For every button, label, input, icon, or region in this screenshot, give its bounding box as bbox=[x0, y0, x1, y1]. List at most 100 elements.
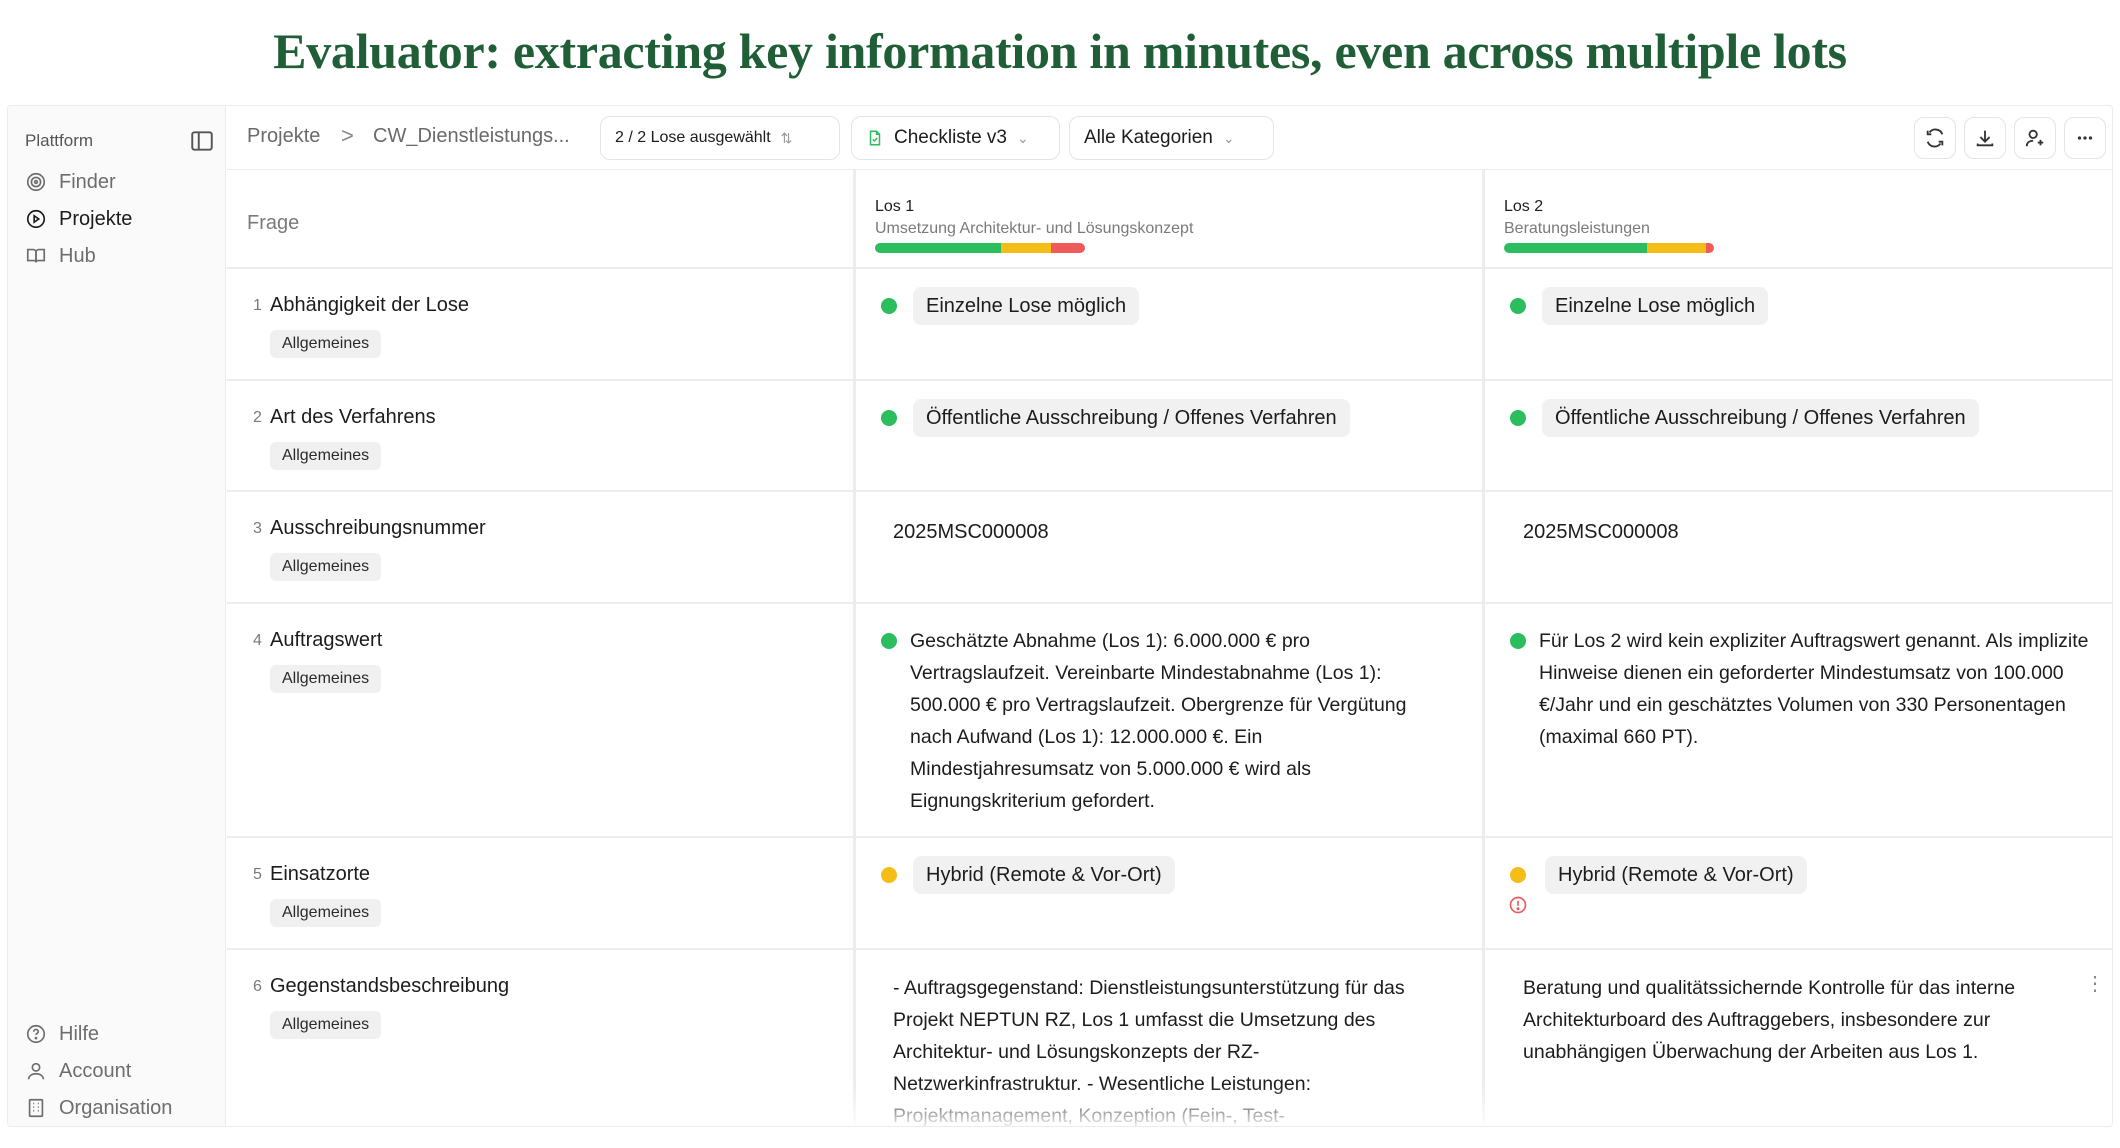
question-text: Ausschreibungsnummer bbox=[270, 517, 486, 539]
sidebar-item-label: Hub bbox=[59, 244, 96, 267]
checklist-dropdown[interactable]: Checkliste v3 ⌄ bbox=[851, 116, 1060, 160]
question-number: 1 bbox=[253, 297, 262, 314]
sidebar-item-organisation[interactable]: Organisation bbox=[25, 1090, 215, 1126]
sidebar-item-account[interactable]: Account bbox=[25, 1053, 215, 1089]
answer-text[interactable]: Beratung und qualitätssichernde Kontroll… bbox=[1523, 972, 2083, 1068]
category-tag: Allgemeines bbox=[270, 899, 382, 927]
table-row[interactable]: 2 Art des Verfahrens Allgemeines Öffentl… bbox=[227, 381, 2112, 492]
sidebar-item-hilfe[interactable]: Hilfe bbox=[25, 1016, 215, 1052]
answer-chip[interactable]: Hybrid (Remote & Vor-Ort) bbox=[913, 856, 1175, 894]
lot-2-title: Los 2 bbox=[1504, 198, 1544, 215]
sidebar-item-label: Finder bbox=[59, 170, 116, 193]
category-tag: Allgemeines bbox=[270, 553, 382, 581]
main-content: Projekte > CW_Dienstleistungs... 2 / 2 L… bbox=[227, 106, 2112, 1126]
status-dot-green bbox=[1510, 410, 1526, 426]
add-user-button[interactable] bbox=[2014, 117, 2056, 159]
status-dot-green bbox=[881, 633, 897, 649]
status-yellow-segment bbox=[1646, 243, 1706, 253]
category-tag: Allgemeines bbox=[270, 665, 382, 693]
help-icon bbox=[26, 1024, 46, 1044]
answer-chip[interactable]: Hybrid (Remote & Vor-Ort) bbox=[1545, 856, 1807, 894]
table-row[interactable]: 5 Einsatzorte Allgemeines Hybrid (Remote… bbox=[227, 838, 2112, 950]
sidebar-item-label: Hilfe bbox=[59, 1022, 100, 1045]
scroll-fade bbox=[227, 1086, 2112, 1126]
question-text: Art des Verfahrens bbox=[270, 406, 436, 428]
answer-text[interactable]: 2025MSC000008 bbox=[893, 521, 1049, 544]
question-number: 2 bbox=[253, 409, 262, 426]
status-dot-yellow bbox=[881, 867, 897, 883]
category-tag: Allgemeines bbox=[270, 442, 382, 470]
answer-chip[interactable]: Einzelne Lose möglich bbox=[913, 287, 1140, 325]
status-dot-yellow bbox=[1510, 867, 1526, 883]
warning-icon[interactable] bbox=[1508, 895, 1528, 915]
chevron-down-icon: ⌄ bbox=[1222, 129, 1235, 146]
category-tag: Allgemeines bbox=[270, 1011, 382, 1039]
answer-chip[interactable]: Öffentliche Ausschreibung / Offenes Verf… bbox=[1542, 399, 1979, 437]
add-user-icon bbox=[2025, 129, 2044, 147]
table-row[interactable]: 3 Ausschreibungsnummer Allgemeines 2025M… bbox=[227, 492, 2112, 604]
sidebar-item-label: Projekte bbox=[59, 207, 133, 230]
breadcrumb-projekte[interactable]: Projekte bbox=[247, 125, 320, 148]
table-header: Frage Los 1 Umsetzung Architektur- und L… bbox=[227, 170, 2112, 269]
sidebar-item-finder[interactable]: Finder bbox=[25, 164, 215, 200]
toolbar: Projekte > CW_Dienstleistungs... 2 / 2 L… bbox=[227, 106, 2112, 170]
status-green-segment bbox=[1504, 243, 1647, 253]
more-vertical-icon[interactable]: ⋮ bbox=[2085, 974, 2105, 994]
app-window: Plattform Finder Projekte Hub Hilfe Acco… bbox=[7, 105, 2113, 1127]
more-button[interactable] bbox=[2064, 117, 2106, 159]
sidebar-item-projekte[interactable]: Projekte bbox=[25, 201, 215, 237]
sidebar-toggle-icon[interactable] bbox=[189, 128, 215, 154]
document-icon bbox=[869, 130, 881, 146]
more-horizontal-icon bbox=[2077, 136, 2093, 140]
category-tag: Allgemeines bbox=[270, 330, 382, 358]
page-headline: Evaluator: extracting key information in… bbox=[273, 23, 1847, 79]
lot-1-status-bar bbox=[875, 243, 1085, 253]
sidebar-title: Plattform bbox=[25, 131, 94, 150]
status-dot-green bbox=[881, 298, 897, 314]
book-icon bbox=[26, 248, 46, 263]
breadcrumb-project[interactable]: CW_Dienstleistungs... bbox=[373, 125, 570, 148]
status-green-segment bbox=[875, 243, 1001, 253]
answer-chip[interactable]: Einzelne Lose möglich bbox=[1542, 287, 1769, 325]
download-button[interactable] bbox=[1964, 117, 2006, 159]
lot-2-subtitle: Beratungsleistungen bbox=[1504, 220, 1650, 237]
breadcrumb-separator: > bbox=[341, 123, 354, 148]
chevron-updown-icon: ⇅ bbox=[780, 129, 793, 146]
play-circle-icon bbox=[26, 209, 46, 229]
building-icon bbox=[28, 1098, 44, 1118]
refresh-button[interactable] bbox=[1914, 117, 1956, 159]
sidebar-item-label: Account bbox=[59, 1059, 132, 1082]
download-icon bbox=[1976, 130, 1994, 147]
lot-selector-label: 2 / 2 Lose ausgewählt bbox=[615, 129, 771, 146]
question-number: 3 bbox=[253, 520, 262, 537]
status-red-segment bbox=[1705, 243, 1714, 253]
question-number: 6 bbox=[253, 978, 262, 995]
question-number: 5 bbox=[253, 866, 262, 883]
lot-1-subtitle: Umsetzung Architektur- und Lösungskonzep… bbox=[875, 220, 1194, 237]
category-dropdown[interactable]: Alle Kategorien ⌄ bbox=[1069, 116, 1274, 160]
status-dot-green bbox=[1510, 298, 1526, 314]
answer-chip[interactable]: Öffentliche Ausschreibung / Offenes Verf… bbox=[913, 399, 1350, 437]
answer-text[interactable]: Für Los 2 wird kein expliziter Auftragsw… bbox=[1539, 625, 2089, 753]
chevron-down-icon: ⌄ bbox=[1017, 129, 1029, 146]
sidebar-item-hub[interactable]: Hub bbox=[25, 238, 215, 274]
answer-text[interactable]: 2025MSC000008 bbox=[1523, 521, 1679, 544]
refresh-icon bbox=[1926, 128, 1944, 148]
question-number: 4 bbox=[253, 632, 262, 649]
table-row[interactable]: 1 Abhängigkeit der Lose Allgemeines Einz… bbox=[227, 269, 2112, 381]
status-dot-green bbox=[1510, 633, 1526, 649]
category-label: Alle Kategorien bbox=[1084, 127, 1213, 148]
checklist-label: Checkliste v3 bbox=[894, 127, 1007, 148]
status-red-segment bbox=[1051, 243, 1085, 253]
sidebar-header: Plattform bbox=[25, 126, 215, 156]
evaluation-table: Frage Los 1 Umsetzung Architektur- und L… bbox=[227, 170, 2112, 1126]
question-text: Gegenstandsbeschreibung bbox=[270, 975, 510, 997]
answer-text[interactable]: Geschätzte Abnahme (Los 1): 6.000.000 € … bbox=[910, 625, 1435, 817]
question-text: Abhängigkeit der Lose bbox=[270, 294, 470, 316]
sidebar: Plattform Finder Projekte Hub Hilfe Acco… bbox=[8, 106, 226, 1126]
lot-1-title: Los 1 bbox=[875, 198, 915, 215]
table-row[interactable]: 4 Auftragswert Allgemeines Geschätzte Ab… bbox=[227, 604, 2112, 838]
status-yellow-segment bbox=[1001, 243, 1052, 253]
question-text: Auftragswert bbox=[270, 629, 383, 651]
lot-selector[interactable]: 2 / 2 Lose ausgewählt ⇅ bbox=[600, 116, 840, 160]
